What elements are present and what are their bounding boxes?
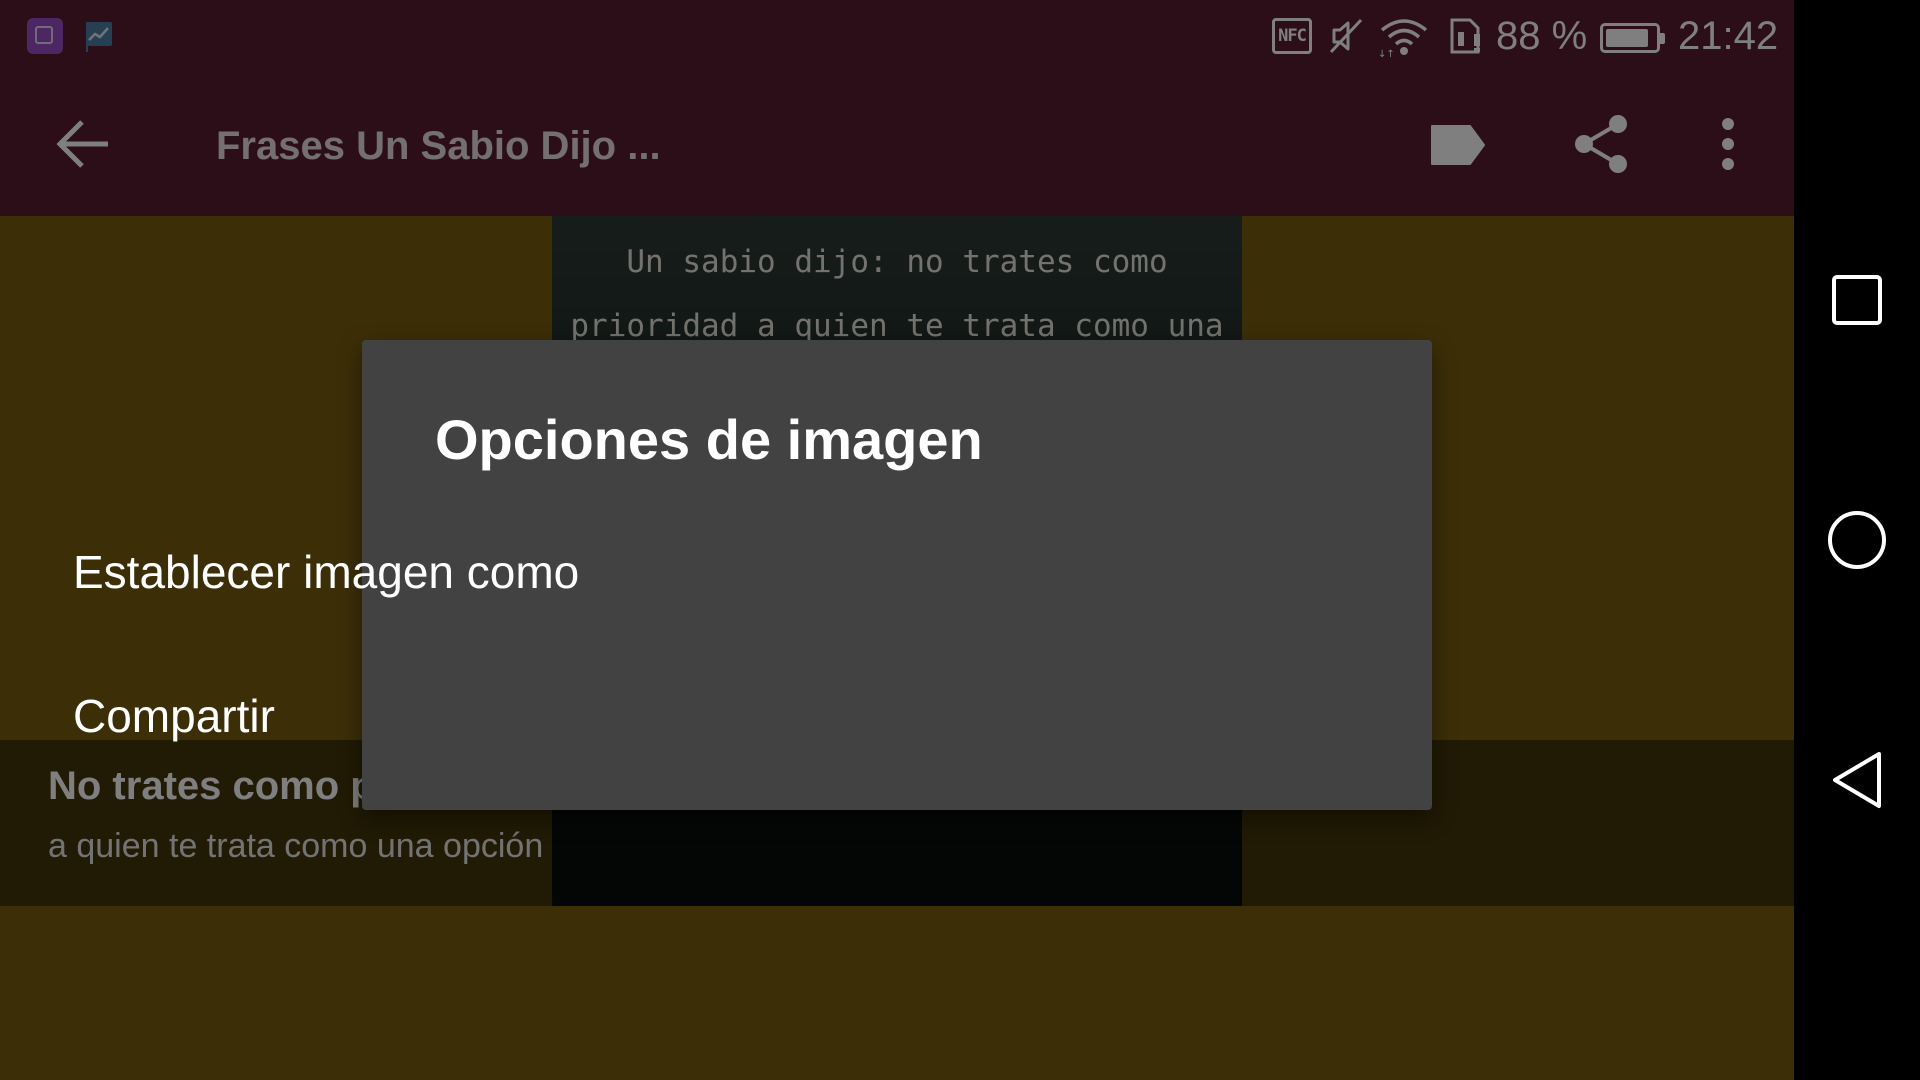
dialog-title: Opciones de imagen: [435, 408, 983, 471]
set-image-as-option[interactable]: Establecer imagen como: [0, 502, 1070, 642]
app-area: NFC ↓↑: [0, 0, 1794, 1080]
android-screen: NFC ↓↑: [0, 0, 1920, 1080]
home-circle-icon[interactable]: [1817, 500, 1897, 580]
share-option[interactable]: Compartir: [0, 646, 1070, 786]
navigation-bar: [1794, 0, 1920, 1080]
recents-square-icon[interactable]: [1817, 260, 1897, 340]
back-triangle-icon[interactable]: [1817, 740, 1897, 820]
